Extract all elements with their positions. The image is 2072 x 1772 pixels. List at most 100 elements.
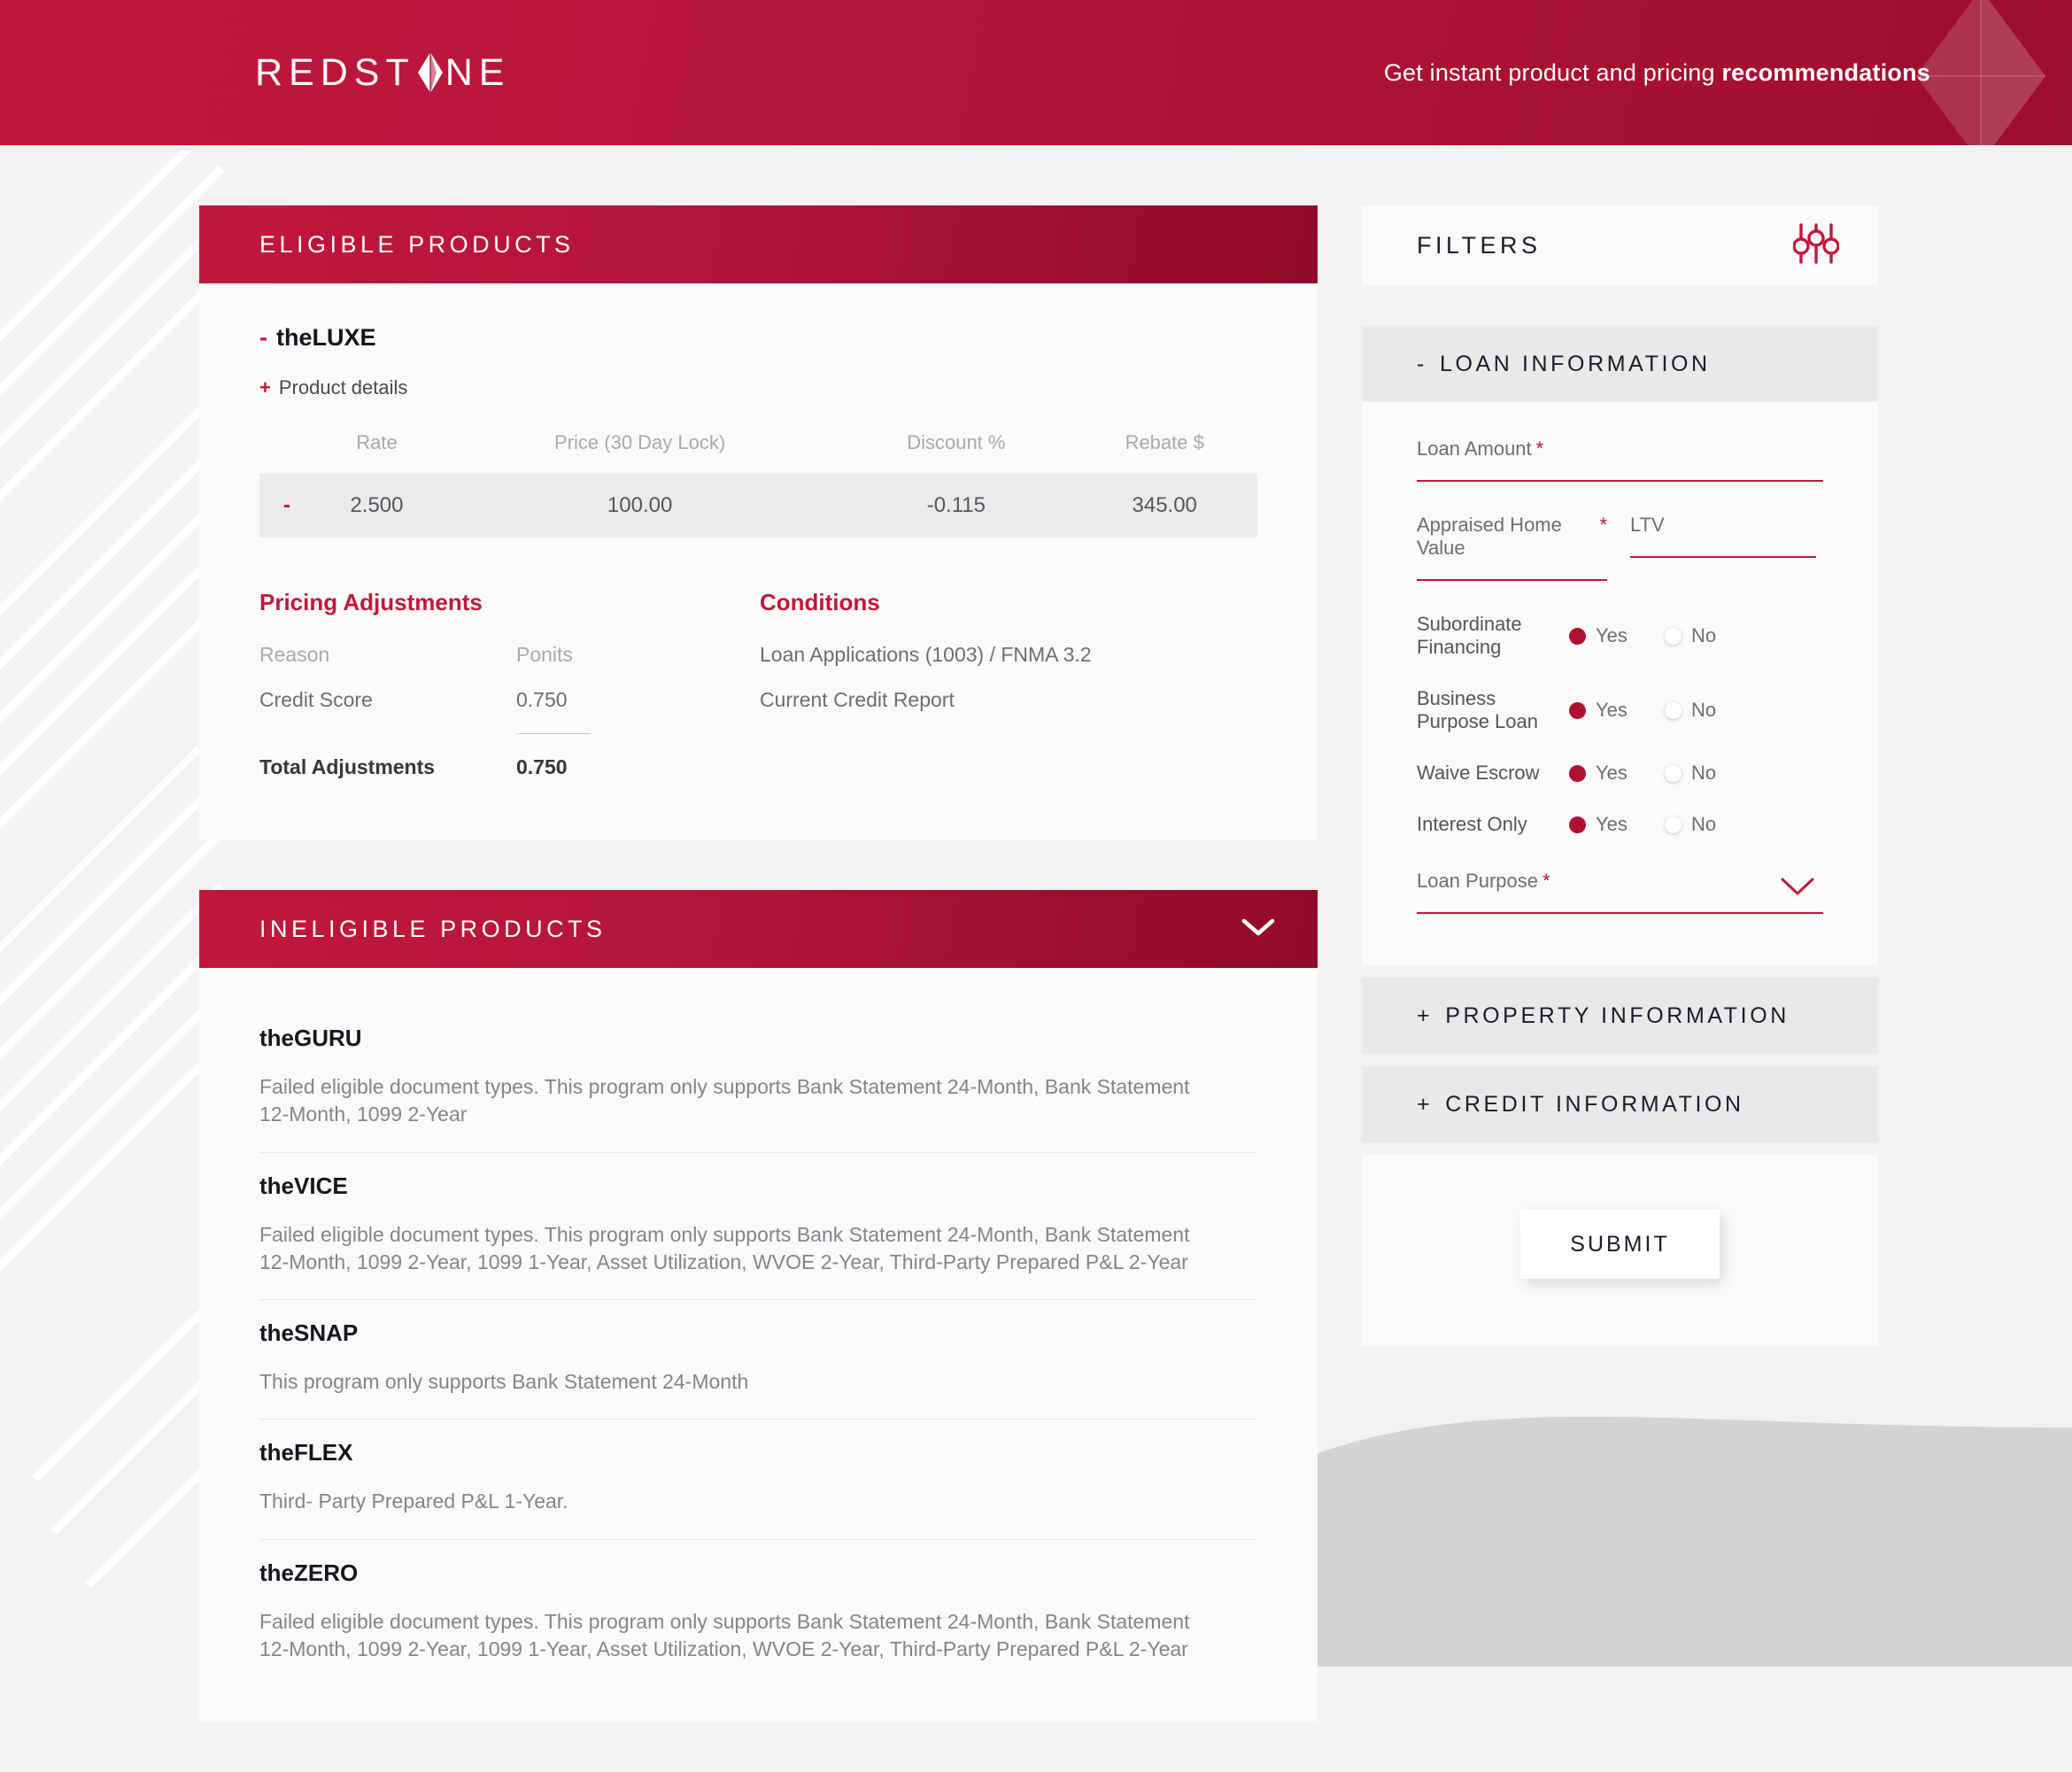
cell-price: 100.00	[607, 493, 673, 517]
sliders-icon[interactable]	[1792, 221, 1840, 270]
conditions-heading: Conditions	[760, 589, 880, 615]
chevron-down-icon[interactable]	[1241, 916, 1275, 943]
radio-selected-icon	[1569, 816, 1586, 833]
tagline-bold: recommendations	[1721, 58, 1930, 86]
column-header-rebate: Rebate $	[1125, 431, 1204, 453]
column-header-price: Price (30 Day Lock)	[554, 431, 726, 453]
submit-section: SUBMIT	[1362, 1155, 1878, 1346]
waive-escrow-yes[interactable]: Yes	[1569, 762, 1665, 785]
property-information-accordion: + PROPERTY INFORMATION	[1362, 978, 1878, 1054]
ineligible-product-reason: Third- Party Prepared P&L 1-Year.	[259, 1490, 568, 1513]
loan-information-title: LOAN INFORMATION	[1439, 351, 1711, 376]
brand-name-before: REDST	[255, 50, 415, 94]
business-purpose-loan-row: Business Purpose Loan Yes No	[1417, 687, 1823, 733]
eligible-products-title: ELIGIBLE PRODUCTS	[259, 230, 575, 258]
ineligible-product-name: theVICE	[259, 1172, 348, 1199]
waive-escrow-label: Waive Escrow	[1417, 762, 1540, 784]
brand-name-after: NE	[445, 50, 511, 94]
chevron-down-icon[interactable]	[1779, 875, 1816, 902]
product-details-expand-sign[interactable]: +	[259, 376, 271, 399]
adjustments-header-row: Reason Ponits	[259, 643, 760, 667]
adjustment-reason: Credit Score	[259, 688, 373, 711]
credit-information-accordion: + CREDIT INFORMATION	[1362, 1066, 1878, 1142]
appraised-home-value-field[interactable]: Appraised Home Value *	[1417, 514, 1607, 581]
list-item: theZERO Failed eligible document types. …	[259, 1540, 1257, 1687]
ineligible-products-panel: INELIGIBLE PRODUCTS theGURU Failed eligi…	[199, 890, 1318, 1722]
row-expand-toggle[interactable]: -	[259, 474, 314, 538]
adjustments-divider	[516, 733, 591, 734]
radio-unselected-icon	[1665, 764, 1682, 782]
cell-discount: -0.115	[926, 493, 986, 517]
pricing-adjustments-section: Pricing Adjustments Reason Ponits Credit…	[259, 589, 760, 801]
subordinate-financing-no[interactable]: No	[1665, 624, 1760, 647]
table-row[interactable]: - 2.500 100.00 -0.115 345.00	[259, 474, 1257, 538]
loan-information-sign: -	[1417, 351, 1427, 376]
loan-amount-label: Loan Amount	[1417, 437, 1532, 460]
pricing-adjustments-heading: Pricing Adjustments	[259, 589, 483, 615]
rates-toggle-header	[259, 431, 314, 474]
loan-information-accordion: - LOAN INFORMATION Loan Amount * Apprais…	[1362, 326, 1878, 965]
credit-information-sign: +	[1417, 1091, 1434, 1117]
adjustment-row: Credit Score 0.750	[259, 688, 760, 712]
ltv-label: LTV	[1630, 514, 1665, 536]
radio-unselected-icon	[1665, 701, 1682, 719]
subordinate-financing-label: Subordinate Financing	[1417, 613, 1522, 658]
radio-unselected-icon	[1665, 816, 1682, 833]
product-title-row[interactable]: - theLUXE	[259, 324, 1257, 352]
ltv-field[interactable]: LTV	[1630, 514, 1816, 581]
product-collapse-toggle[interactable]: -	[259, 324, 267, 352]
product-details-toggle[interactable]: + Product details	[259, 376, 1257, 399]
total-adjustments-label: Total Adjustments	[259, 755, 436, 778]
appraised-home-value-label: Appraised Home Value	[1417, 514, 1562, 559]
brand-logo[interactable]: REDST NE	[255, 46, 510, 99]
interest-only-row: Interest Only Yes No	[1417, 813, 1823, 836]
rates-table: Rate Price (30 Day Lock) Discount % Reba…	[259, 431, 1257, 538]
ineligible-product-reason: This program only supports Bank Statemen…	[259, 1370, 749, 1394]
property-information-header[interactable]: + PROPERTY INFORMATION	[1362, 978, 1878, 1054]
ineligible-product-name: theGURU	[259, 1025, 362, 1051]
property-information-title: PROPERTY INFORMATION	[1445, 1002, 1790, 1028]
loan-purpose-select[interactable]	[1417, 912, 1823, 914]
loan-purpose-field[interactable]: Loan Purpose *	[1417, 870, 1823, 914]
ltv-input[interactable]	[1630, 556, 1816, 558]
submit-button[interactable]: SUBMIT	[1520, 1210, 1720, 1279]
interest-only-no[interactable]: No	[1665, 813, 1760, 836]
subordinate-financing-yes[interactable]: Yes	[1569, 624, 1665, 647]
diamond-icon	[417, 51, 444, 94]
ineligible-product-reason: Failed eligible document types. This pro…	[259, 1222, 1190, 1273]
subordinate-financing-row: Subordinate Financing Yes No	[1417, 613, 1823, 659]
loan-information-header[interactable]: - LOAN INFORMATION	[1362, 326, 1878, 402]
header-tagline: Get instant product and pricing recommen…	[1384, 59, 1930, 87]
column-header-rate: Rate	[356, 431, 398, 453]
ineligible-product-reason: Failed eligible document types. This pro…	[259, 1075, 1190, 1126]
adjustments-col-points: Ponits	[516, 643, 573, 666]
business-purpose-loan-no[interactable]: No	[1665, 699, 1760, 722]
list-item: theGURU Failed eligible document types. …	[259, 1005, 1257, 1153]
product-name: theLUXE	[276, 324, 376, 351]
loan-amount-input[interactable]	[1417, 480, 1823, 482]
required-asterisk: *	[1542, 870, 1550, 892]
adjustment-points: 0.750	[516, 688, 568, 711]
tagline-normal: Get instant product and pricing	[1383, 58, 1722, 86]
ineligible-product-reason: Failed eligible document types. This pro…	[259, 1609, 1190, 1660]
list-item: theVICE Failed eligible document types. …	[259, 1153, 1257, 1301]
ineligible-products-header[interactable]: INELIGIBLE PRODUCTS	[199, 890, 1318, 968]
eligible-products-panel: ELIGIBLE PRODUCTS - theLUXE + Product de…	[199, 205, 1318, 840]
loan-amount-field[interactable]: Loan Amount *	[1417, 437, 1823, 482]
interest-only-yes[interactable]: Yes	[1569, 813, 1665, 836]
waive-escrow-no[interactable]: No	[1665, 762, 1760, 785]
ineligible-product-name: theSNAP	[259, 1319, 359, 1347]
appraised-home-value-input[interactable]	[1417, 579, 1607, 581]
conditions-section: Conditions Loan Applications (1003) / FN…	[760, 589, 1092, 801]
cell-rebate: 345.00	[1132, 493, 1197, 517]
row-toggle-sign: -	[283, 493, 290, 517]
credit-information-title: CREDIT INFORMATION	[1445, 1091, 1744, 1117]
credit-information-header[interactable]: + CREDIT INFORMATION	[1362, 1066, 1878, 1142]
list-item: theFLEX Third- Party Prepared P&L 1-Year…	[259, 1420, 1257, 1540]
required-asterisk: *	[1535, 437, 1544, 460]
eligible-products-header: ELIGIBLE PRODUCTS	[199, 205, 1318, 283]
adjustments-col-reason: Reason	[259, 643, 330, 666]
business-purpose-loan-yes[interactable]: Yes	[1569, 699, 1665, 722]
diamond-watermark-icon	[1914, 0, 2047, 145]
ineligible-product-name: theFLEX	[259, 1439, 353, 1466]
